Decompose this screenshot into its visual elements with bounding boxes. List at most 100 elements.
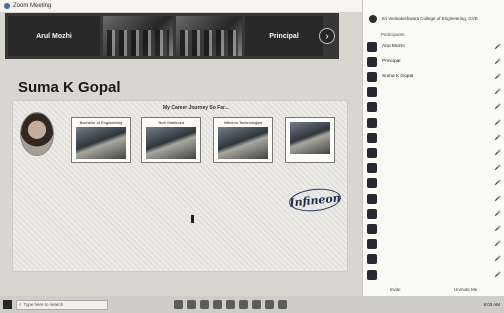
chrome-icon[interactable] [239,300,248,309]
career-card-image [146,127,196,159]
avatar [367,56,377,67]
career-card [285,117,335,163]
microphone-icon: 🎤 [494,256,501,263]
microphone-icon: 🎤 [494,180,501,187]
avatar [367,178,377,189]
browser-icon[interactable] [200,300,209,309]
participant-row[interactable]: Principal 🎤 [367,55,501,68]
participant-row[interactable]: 🎤 [367,146,501,159]
participant-row[interactable]: 🎤 [367,177,501,190]
task-view-icon[interactable] [174,300,183,309]
microphone-icon: 🎤 [494,73,501,80]
participant-row[interactable]: 🎤 [367,162,501,175]
career-card-image [76,127,126,159]
chevron-right-icon[interactable]: › [319,28,335,44]
panel-title: Participants [381,32,405,37]
avatar [367,163,377,174]
career-card-caption: Infineon Technologies [223,120,263,125]
participant-row[interactable]: Suma K Gopal 🎤 [367,70,501,83]
microphone-icon: 🎤 [494,225,501,232]
participants-panel: Sri Venkateshwara College of Engineering… [362,0,504,296]
video-tile[interactable]: Principal [245,16,323,56]
video-gallery-strip: Arul Mozhi Principal › [5,13,339,59]
participant-name: Arul Mozhi [36,32,72,40]
participant-row[interactable]: 🎤 [367,207,501,220]
microphone-icon: 🎤 [494,89,501,96]
microphone-icon: 🎤 [494,119,501,126]
participant-row[interactable]: 🎤 [367,238,501,251]
meeting-host-label: Sri Venkateshwara College of Engineering… [381,16,478,22]
participant-row[interactable]: 🎤 [367,268,501,281]
slide-heading: My Career Journey So Far... [163,105,229,111]
presenter-name: Suma K Gopal [18,79,121,96]
search-icon: ⌕ [19,302,22,307]
taskbar-search[interactable]: ⌕ Type here to search [16,299,108,310]
avatar [367,41,377,52]
infineon-logo: Infineon [287,186,343,214]
microphone-icon: 🎤 [494,241,501,248]
microphone-icon: 🎤 [494,43,501,50]
participant-row[interactable]: Arul Mozhi 🎤 [367,40,501,53]
avatar [367,269,377,280]
avatar [367,223,377,234]
windows-start-icon[interactable] [3,300,12,309]
participant-name: Principal [269,32,299,40]
microphone-icon: 🎤 [494,104,501,111]
participant-row[interactable]: 🎤 [367,86,501,99]
avatar [367,239,377,250]
store-icon[interactable] [226,300,235,309]
microphone-icon: 🎤 [494,134,501,141]
video-tile[interactable]: Arul Mozhi [8,16,100,56]
unmute-me-button[interactable]: Unmute Me [454,287,477,292]
participant-row-name: Principal [382,59,401,65]
avatar [367,71,377,82]
invite-button[interactable]: Invite [390,287,401,292]
avatar [367,102,377,113]
avatar [367,132,377,143]
participant-row[interactable]: 🎤 [367,131,501,144]
avatar [367,117,377,128]
shared-screen-slide: My Career Journey So Far... Bachelor of … [12,100,348,272]
participant-row[interactable]: 🎤 [367,116,501,129]
window-titlebar: Zoom Meeting [0,0,362,12]
video-feed [180,30,238,56]
search-placeholder: Type here to search [23,302,64,307]
microphone-icon: 🎤 [494,210,501,217]
panel-header: Sri Venkateshwara College of Engineering… [369,10,499,37]
microphone-icon: 🎤 [494,149,501,156]
participant-row-name: Suma K Gopal [382,74,414,80]
career-card-caption: Tech Mahindra [157,120,185,125]
zoom-taskbar-icon[interactable] [252,300,261,309]
microphone-icon: 🎤 [494,195,501,202]
video-tile[interactable] [176,16,242,56]
microphone-icon: 🎤 [494,165,501,172]
avatar [367,147,377,158]
participant-row[interactable]: 🎤 [367,101,501,114]
microphone-icon: 🎤 [494,271,501,278]
participant-row[interactable]: 🎤 [367,253,501,266]
file-explorer-icon[interactable] [187,300,196,309]
powerpoint-icon[interactable] [278,300,287,309]
zoom-icon [4,3,10,9]
avatar [367,193,377,204]
avatar [367,254,377,265]
word-icon[interactable] [265,300,274,309]
mail-icon[interactable] [213,300,222,309]
video-tile[interactable] [103,16,173,56]
system-tray-clock[interactable]: 9:03 AM [483,302,500,307]
participant-row[interactable]: 🎤 [367,192,501,205]
participant-row-name: Arul Mozhi [382,44,405,49]
career-card-image [290,122,330,154]
panel-footer: Invite Unmute Me [363,287,504,292]
career-card-image [218,127,268,159]
career-card: Infineon Technologies [213,117,273,163]
video-feed [107,30,169,56]
taskbar: ⌕ Type here to search 9:03 AM [0,296,504,313]
career-card: Bachelor of Engineering [71,117,131,163]
avatar [367,87,377,98]
participant-row[interactable]: 🎤 [367,222,501,235]
meeting-icon [369,14,377,23]
avatar [367,208,377,219]
career-card: Tech Mahindra [141,117,201,163]
window-title: Zoom Meeting [13,3,52,9]
